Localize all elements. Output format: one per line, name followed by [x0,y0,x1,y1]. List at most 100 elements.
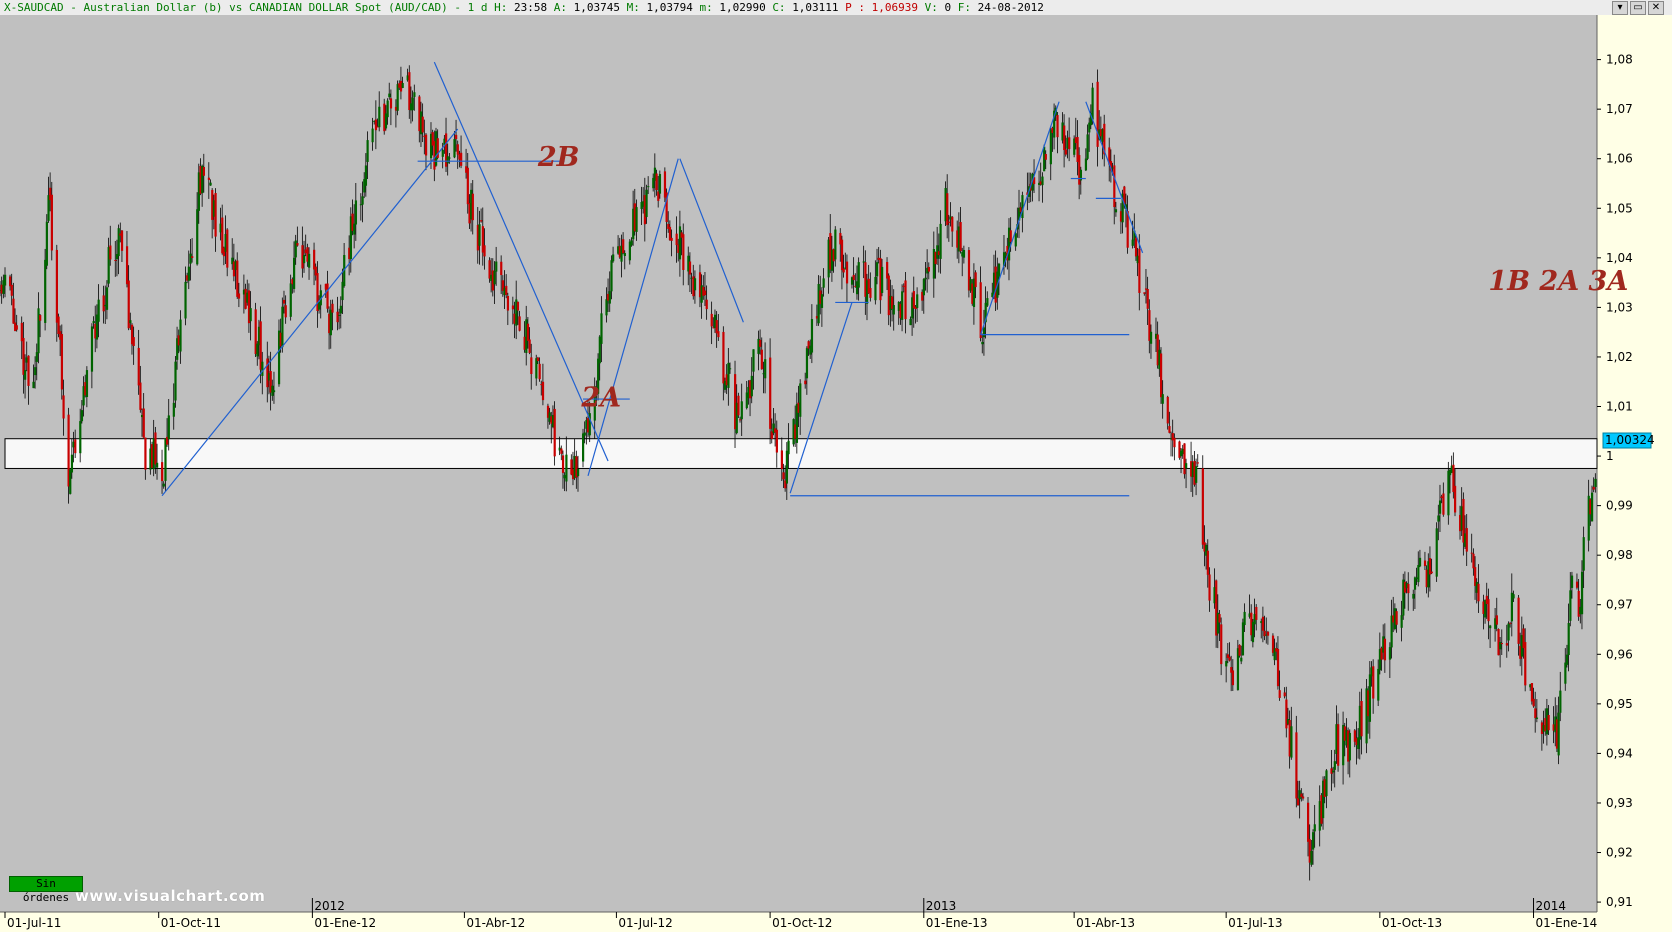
candle-body [623,253,626,257]
restore-button[interactable]: ▭ [1630,1,1646,15]
header-m-label: M: [627,1,640,14]
candle-body [1377,668,1380,701]
chart-canvas[interactable]: X-SAUDCAD - Australian Dollar (b) vs CAN… [0,0,1672,932]
header-volume: 0 [945,1,952,14]
orders-badge[interactable]: Sin órdenes [9,876,83,904]
candle-body [845,261,849,284]
candle-body [45,221,48,266]
candle-body [1285,699,1288,729]
candle-body [804,380,807,385]
candle-body [722,331,725,384]
candle-body [396,84,399,111]
candle-body [1547,714,1550,731]
candle-body [1565,654,1569,665]
support-zone[interactable] [4,438,1598,469]
candle-body [1113,165,1116,208]
annotation-label: 2A [580,383,621,414]
y-tick-label: 0,99 [1606,499,1633,513]
candle-body [466,167,469,205]
candle-body [927,266,930,272]
candle-body [610,260,613,292]
candle-body [1472,553,1475,569]
candle-body [74,439,77,454]
candle-body [1383,638,1387,661]
candle-body [705,299,708,310]
candle-body [1208,574,1211,601]
candle-body [161,462,164,482]
candle-body [179,319,182,352]
candle-body [92,321,95,324]
candle-body [196,209,199,265]
candle-body [678,226,682,260]
candle-body [1168,426,1171,433]
y-tick-label: 0,97 [1606,598,1633,612]
candle-body [979,282,982,339]
candle-body [982,327,986,338]
candle-body [840,239,844,271]
y-tick-label: 1,02 [1606,350,1633,364]
candle-body [378,106,381,128]
candle-body [1437,515,1440,522]
candle-body [214,192,217,237]
candle-body [456,144,459,155]
candle-body [511,305,515,310]
candle-body [79,421,82,454]
candle-body [612,254,615,262]
x-tick-label: 01-Ene-14 [1536,916,1598,930]
candle-body [974,272,977,288]
candle-body [1582,537,1585,571]
y-tick-label: 1,05 [1606,201,1633,215]
candle-body [1014,233,1017,247]
candle-body [506,295,510,311]
candle-body [1243,611,1246,626]
candle-body [1360,701,1363,737]
candle-body [1195,466,1198,483]
candle-body [156,462,159,468]
candle-body [1592,486,1595,490]
close-button[interactable]: ✕ [1648,1,1664,15]
candle-body [10,284,13,296]
candle-body [1567,623,1570,656]
candle-body [518,316,521,331]
y-tick-label: 1 [1606,449,1614,463]
y-tick-label: 1,07 [1606,102,1633,116]
y-tick-label: 1,04 [1606,251,1633,265]
minimize-button[interactable]: ▾ [1612,1,1628,15]
candle-body [162,483,165,487]
x-tick-label: 01-Jul-11 [7,916,61,930]
candle-body [184,281,187,319]
y-tick-label: 0,91 [1606,895,1633,909]
candle-body [55,249,58,323]
candle-body [658,174,662,194]
candle-body [1063,125,1066,151]
candle-body [448,157,451,159]
candle-body [583,432,586,436]
candle-body [237,293,241,299]
candle-body [308,253,311,268]
candle-body [132,337,135,346]
candle-body [740,401,743,420]
candle-body [353,223,356,235]
header-a-label: A: [554,1,567,14]
candle-body [1049,129,1052,165]
candle-body [1283,692,1286,697]
candle-body [750,375,753,397]
candle-body [164,438,167,481]
candle-body [892,305,895,315]
candle-body [541,381,545,401]
candle-body [729,368,732,370]
candle-body [922,279,925,296]
candle-body [12,298,15,324]
header-v-label: V: [925,1,938,14]
candle-body [338,314,341,316]
candle-body [688,261,692,275]
candle-body [117,228,120,257]
candle-body [752,349,755,372]
x-tick-label: 01-Abr-12 [466,916,525,930]
candle-body [565,454,568,482]
candle-body [460,152,463,166]
candle-body [411,97,414,111]
candle-body [331,303,334,313]
candle-body [22,337,25,375]
annotation-label: 2B [537,142,580,173]
